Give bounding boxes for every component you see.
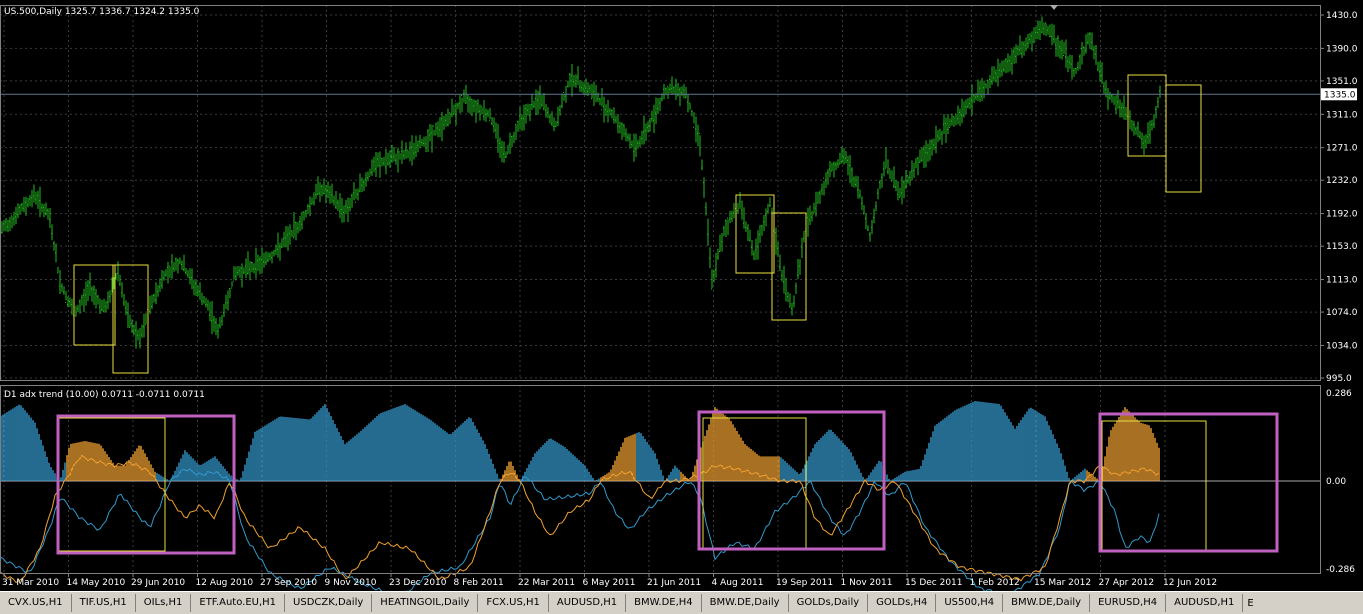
chart-tab[interactable]: US500,H4 (936, 594, 1004, 612)
current-price-label: 1335.0 (1324, 90, 1356, 100)
chart-tab[interactable]: BMW.DE,H4 (626, 594, 702, 612)
tab-overflow[interactable]: E (1243, 598, 1257, 609)
indicator-info: D1 adx trend (10.00) 0.0711 -0.0711 0.07… (4, 390, 205, 400)
ind-y-tick-label: 0.286 (1326, 389, 1352, 399)
ind-y-tick-label: -0.286 (1326, 565, 1355, 575)
x-tick-label: 15 Mar 2012 (1034, 578, 1091, 588)
chart-tab[interactable]: BMW.DE,Daily (1003, 594, 1091, 612)
chart-tab[interactable]: GOLDs,H4 (868, 594, 937, 612)
x-tick-label: 15 Dec 2011 (905, 578, 963, 588)
chart-tab[interactable]: CVX.US,H1 (0, 594, 72, 612)
chart-tab[interactable]: FCX.US,H1 (478, 594, 549, 612)
x-tick-label: 1 Nov 2011 (841, 578, 893, 588)
y-tick-label: 1430.0 (1326, 11, 1358, 21)
x-tick-label: 12 Jun 2012 (1163, 578, 1217, 588)
y-tick-label: 1192.0 (1326, 210, 1358, 220)
chart-tab[interactable]: HEATINGOIL,Daily (372, 594, 479, 612)
x-tick-label: 4 Aug 2011 (712, 578, 764, 588)
chart-tab[interactable]: OILs,H1 (136, 594, 192, 612)
x-tick-label: 19 Sep 2011 (776, 578, 833, 588)
ind-y-tick-label: 0.00 (1326, 477, 1346, 487)
x-tick-label: 29 Jun 2010 (131, 578, 185, 588)
chart-tab[interactable]: TIF.US,H1 (72, 594, 136, 612)
chart-tab[interactable]: BMW.DE,Daily (702, 594, 789, 612)
chart-tab[interactable]: AUDUSD,H1 (1166, 594, 1244, 612)
chart-tab[interactable]: GOLDs,Daily (789, 594, 869, 612)
y-tick-label: 1074.0 (1326, 308, 1358, 318)
y-tick-label: 1390.0 (1326, 44, 1358, 54)
symbol-info: US.500,Daily 1325.7 1336.7 1324.2 1335.0 (4, 7, 200, 17)
x-tick-label: 12 Aug 2010 (196, 578, 254, 588)
x-tick-label: 8 Feb 2011 (454, 578, 504, 588)
x-tick-label: 14 May 2010 (67, 578, 126, 588)
x-tick-label: 27 Apr 2012 (1099, 578, 1155, 588)
y-tick-label: 1034.0 (1326, 341, 1358, 351)
y-tick-label: 1351.0 (1326, 77, 1358, 87)
y-tick-label: 1271.0 (1326, 144, 1358, 154)
chart-tab[interactable]: EURUSD,H4 (1090, 594, 1167, 612)
x-tick-label: 31 Mar 2010 (2, 578, 59, 588)
x-tick-label: 27 Sep 2010 (260, 578, 317, 588)
chart-tab[interactable]: USDCZK,Daily (285, 594, 373, 612)
y-tick-label: 995.0 (1326, 374, 1352, 384)
chart-tab-bar: CVX.US,H1 TIF.US,H1 OILs,H1 ETF.Auto.EU,H1 U… (0, 591, 1363, 614)
y-tick-label: 1311.0 (1326, 110, 1358, 120)
x-tick-label: 22 Mar 2011 (518, 578, 575, 588)
chart-tab[interactable]: ETF.Auto.EU,H1 (191, 594, 286, 612)
x-tick-label: 6 May 2011 (583, 578, 636, 588)
y-tick-label: 1113.0 (1326, 276, 1358, 286)
y-tick-label: 1153.0 (1326, 242, 1358, 252)
y-tick-label: 1232.0 (1326, 176, 1358, 186)
chart-tab[interactable]: AUDUSD,H1 (549, 594, 627, 612)
x-tick-label: 1 Feb 2012 (970, 578, 1020, 588)
x-tick-label: 23 Dec 2010 (389, 578, 447, 588)
x-tick-label: 9 Nov 2010 (325, 578, 377, 588)
x-tick-label: 21 Jun 2011 (647, 578, 701, 588)
chart-area[interactable]: 1430.0 1390.0 1351.0 1311.0 1271.0 1232.0 1192… (0, 0, 1363, 591)
